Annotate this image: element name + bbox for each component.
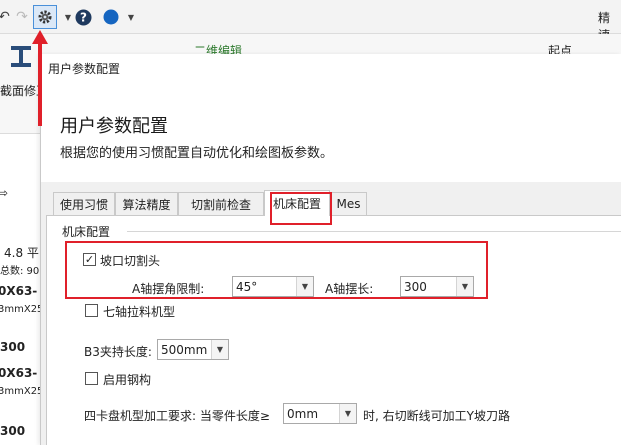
left-panel: ⇨ 4.8 平 总数: 90 0X63- 3mmX25 300 0X63- 3m… [0, 134, 40, 445]
four-chuck-suffix: 时, 右切断线可加工Y坡刀路 [363, 409, 510, 423]
color-circle-icon [103, 9, 119, 25]
chevron-down-icon[interactable]: ▼ [339, 404, 356, 423]
seven-axis-label: 七轴拉料机型 [103, 305, 176, 319]
b3-clamp-label: B3夹持长度: [84, 345, 152, 359]
seven-axis-checkbox[interactable] [85, 304, 98, 317]
theme-dropdown-icon[interactable]: ▼ [121, 7, 141, 27]
tab-pre-cut-check[interactable]: 切割前检查 [178, 192, 264, 215]
b3-clamp-value: 500mm [161, 343, 208, 357]
left-panel-text: 0X63- [0, 366, 38, 380]
header-title: 用户参数配置 [60, 116, 168, 137]
left-panel-text: 3mmX25 [0, 304, 40, 315]
svg-text:?: ? [80, 10, 87, 24]
help-icon: ? [75, 9, 91, 25]
group-divider [127, 231, 621, 232]
steel-struct-checkbox[interactable] [85, 372, 98, 385]
chevron-down-icon[interactable]: ▼ [211, 340, 228, 359]
arrow-tool-icon[interactable]: ⇨ [0, 186, 8, 200]
dialog-title: 用户参数配置 [48, 62, 121, 76]
settings-gear-button[interactable] [33, 5, 57, 29]
theme-button[interactable] [101, 7, 121, 27]
tab-mes[interactable]: Mes [330, 192, 367, 215]
app-toolbar: ↶ ↷ ▼ ? ▼ 精谏 [0, 0, 621, 42]
header-description: 根据您的使用习惯配置自动优化和绘图板参数。 [60, 146, 334, 161]
dialog-header: 用户参数配置 根据您的使用习惯配置自动优化和绘图板参数。 [41, 82, 621, 182]
highlight-box-tab [270, 192, 332, 225]
red-arrow-annotation [32, 30, 48, 126]
gear-icon [38, 10, 52, 24]
left-panel-text: 0X63- [0, 284, 38, 298]
group-label: 机床配置 [62, 223, 115, 240]
b3-clamp-combo[interactable]: 500mm ▼ [157, 339, 229, 360]
redo-icon[interactable]: ↷ [12, 7, 32, 27]
left-panel-text: 300 [0, 340, 26, 354]
left-panel-text: 3mmX25 [0, 386, 40, 397]
highlight-box-bevel [65, 241, 488, 299]
left-panel-text: 300 [0, 424, 26, 438]
tab-usage-habits[interactable]: 使用习惯 [53, 192, 115, 215]
left-panel-text: 4.8 平 [4, 246, 39, 260]
dialog-titlebar[interactable]: 用户参数配置 [41, 54, 621, 82]
dialog-body: 使用习惯 算法精度 切割前检查 机床配置 Mes 机床配置 ✓ 坡口切割头 A轴… [41, 182, 621, 445]
four-chuck-label: 四卡盘机型加工要求: 当零件长度≥ [84, 409, 270, 423]
steel-struct-label: 启用钢构 [103, 373, 152, 387]
help-button[interactable]: ? [73, 7, 93, 27]
four-chuck-length-combo[interactable]: 0mm ▼ [283, 403, 357, 424]
tab-algorithm-precision[interactable]: 算法精度 [115, 192, 178, 215]
left-panel-text: 总数: 90 [0, 266, 40, 277]
four-chuck-length-value: 0mm [287, 407, 319, 421]
